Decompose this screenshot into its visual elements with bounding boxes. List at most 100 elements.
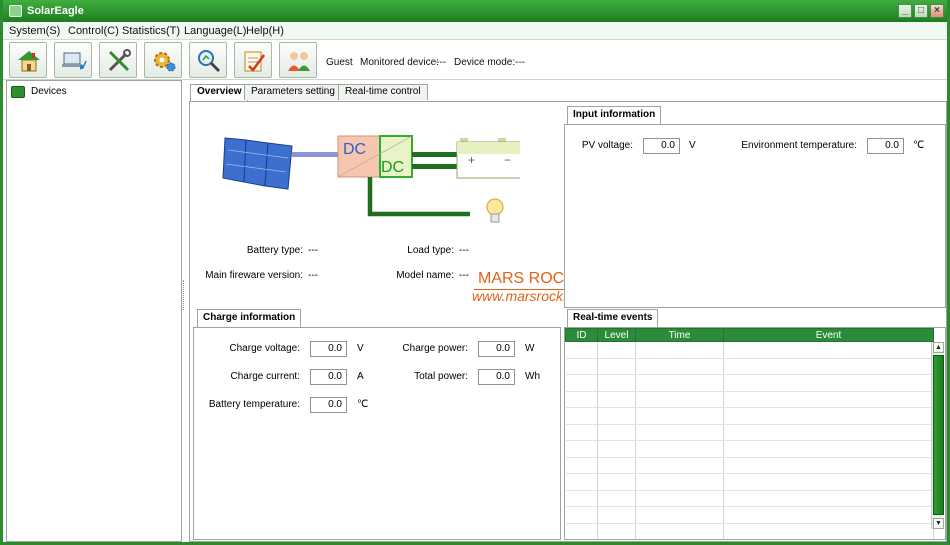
- table-row: [565, 407, 934, 425]
- table-row: [565, 523, 934, 539]
- table-cell: [723, 358, 934, 375]
- main-area: Overview Parameters setting Real-time co…: [187, 80, 947, 542]
- checklist-button[interactable]: [234, 42, 272, 78]
- total-power-field: 0.0: [478, 369, 515, 385]
- charge-current-label: Charge current:: [230, 371, 300, 382]
- table-cell: [723, 440, 934, 458]
- menu-statistics[interactable]: Statistics(T): [122, 25, 180, 37]
- table-row: [565, 374, 934, 392]
- env-temperature-field: 0.0: [867, 138, 904, 154]
- home-button[interactable]: [9, 42, 47, 78]
- battery-type-value: ---: [308, 245, 318, 256]
- home-icon: [18, 51, 40, 72]
- charge-current-field: 0.0: [310, 369, 347, 385]
- table-row: [565, 490, 934, 507]
- column-header-time[interactable]: Time: [635, 328, 724, 342]
- settings-gear-icon: [154, 52, 176, 72]
- menu-bar: System(S) Control(C) Statistics(T) Langu…: [3, 22, 947, 40]
- table-cell: [723, 457, 934, 474]
- tab-real-time-control[interactable]: Real-time control: [338, 84, 428, 100]
- tab-overview[interactable]: Overview: [190, 84, 249, 101]
- table-row: [565, 506, 934, 524]
- menu-language[interactable]: Language(L): [184, 25, 246, 37]
- maximize-button[interactable]: □: [914, 4, 928, 18]
- charge-information-tab: Charge information: [197, 309, 302, 327]
- close-button[interactable]: ×: [930, 4, 944, 18]
- env-temperature-unit: ℃: [913, 140, 925, 151]
- menu-help[interactable]: Help(H): [246, 25, 284, 37]
- tab-parameters-setting[interactable]: Parameters setting: [244, 84, 342, 100]
- device-connect-icon: [62, 52, 87, 70]
- table-cell: [565, 523, 598, 539]
- model-name-value: ---: [459, 270, 469, 281]
- scroll-up-icon[interactable]: ▲: [933, 342, 944, 353]
- table-cell: [597, 457, 636, 474]
- charge-voltage-label: Charge voltage:: [229, 343, 300, 354]
- total-power-unit: Wh: [525, 371, 540, 382]
- column-header-event[interactable]: Event: [723, 328, 934, 342]
- search-chart-button[interactable]: [189, 42, 227, 78]
- input-information-panel: PV voltage: 0.0 V Environment temperatur…: [564, 124, 946, 308]
- device-mode-value: ---: [515, 57, 525, 68]
- battery-plus: +: [468, 153, 475, 167]
- table-cell: [635, 407, 724, 425]
- lightbulb-icon: [486, 198, 504, 223]
- column-header-level[interactable]: Level: [597, 328, 636, 342]
- env-temperature-label: Environment temperature:: [741, 140, 857, 151]
- solar-panel-icon: [222, 137, 293, 190]
- menu-control[interactable]: Control(C): [68, 25, 119, 37]
- monitored-device-value: ---: [436, 57, 446, 68]
- table-cell: [597, 341, 636, 359]
- events-scrollbar[interactable]: ▲ ▼: [931, 342, 944, 529]
- dc-converter-icon: DC DC: [337, 135, 413, 178]
- table-cell: [565, 473, 598, 491]
- table-cell: [635, 506, 724, 524]
- table-cell: [635, 341, 724, 359]
- table-cell: [635, 457, 724, 474]
- load-type-value: ---: [459, 245, 469, 256]
- table-row: [565, 440, 934, 458]
- pv-voltage-label: PV voltage:: [581, 140, 633, 151]
- table-row: [565, 358, 934, 375]
- battery-temperature-field: 0.0: [310, 397, 347, 413]
- scroll-thumb[interactable]: [933, 355, 944, 515]
- battery-temperature-label: Battery temperature:: [208, 399, 300, 410]
- users-button[interactable]: [279, 42, 317, 78]
- table-cell: [635, 473, 724, 491]
- table-row: [565, 473, 934, 491]
- table-cell: [723, 391, 934, 408]
- charge-current-unit: A: [357, 371, 364, 382]
- overview-tab-panel: DC DC + − Battery type: --- Load type: -…: [189, 101, 947, 542]
- events-header-row: ID Level Time Event: [565, 328, 934, 342]
- tools-icon: [108, 49, 131, 72]
- settings-button[interactable]: [144, 42, 182, 78]
- converter-text-out: DC: [381, 159, 404, 176]
- column-header-id[interactable]: ID: [565, 328, 598, 342]
- minimize-button[interactable]: _: [898, 4, 912, 18]
- table-row: [565, 457, 934, 474]
- battery-minus: −: [504, 153, 511, 167]
- real-time-events-tab: Real-time events: [567, 309, 659, 327]
- search-chart-icon: [198, 50, 221, 73]
- charge-voltage-unit: V: [357, 343, 364, 354]
- device-connect-button[interactable]: [54, 42, 92, 78]
- title-bar[interactable]: SolarEagle _ □ ×: [3, 0, 947, 22]
- checklist-icon: [244, 51, 266, 72]
- firmware-version-value: ---: [308, 270, 318, 281]
- table-cell: [597, 490, 636, 507]
- table-cell: [597, 523, 636, 539]
- table-cell: [635, 374, 724, 392]
- table-cell: [723, 473, 934, 491]
- table-cell: [565, 490, 598, 507]
- scroll-down-icon[interactable]: ▼: [933, 518, 944, 529]
- table-cell: [723, 374, 934, 392]
- table-cell: [565, 457, 598, 474]
- tools-button[interactable]: [99, 42, 137, 78]
- charge-voltage-field: 0.0: [310, 341, 347, 357]
- pv-voltage-unit: V: [689, 140, 696, 151]
- menu-system[interactable]: System(S): [9, 25, 60, 37]
- toolbar: Guest Monitored device: --- Device mode:…: [3, 40, 947, 80]
- panel-splitter[interactable]: [183, 280, 186, 310]
- table-cell: [597, 506, 636, 524]
- current-user: Guest: [326, 57, 353, 68]
